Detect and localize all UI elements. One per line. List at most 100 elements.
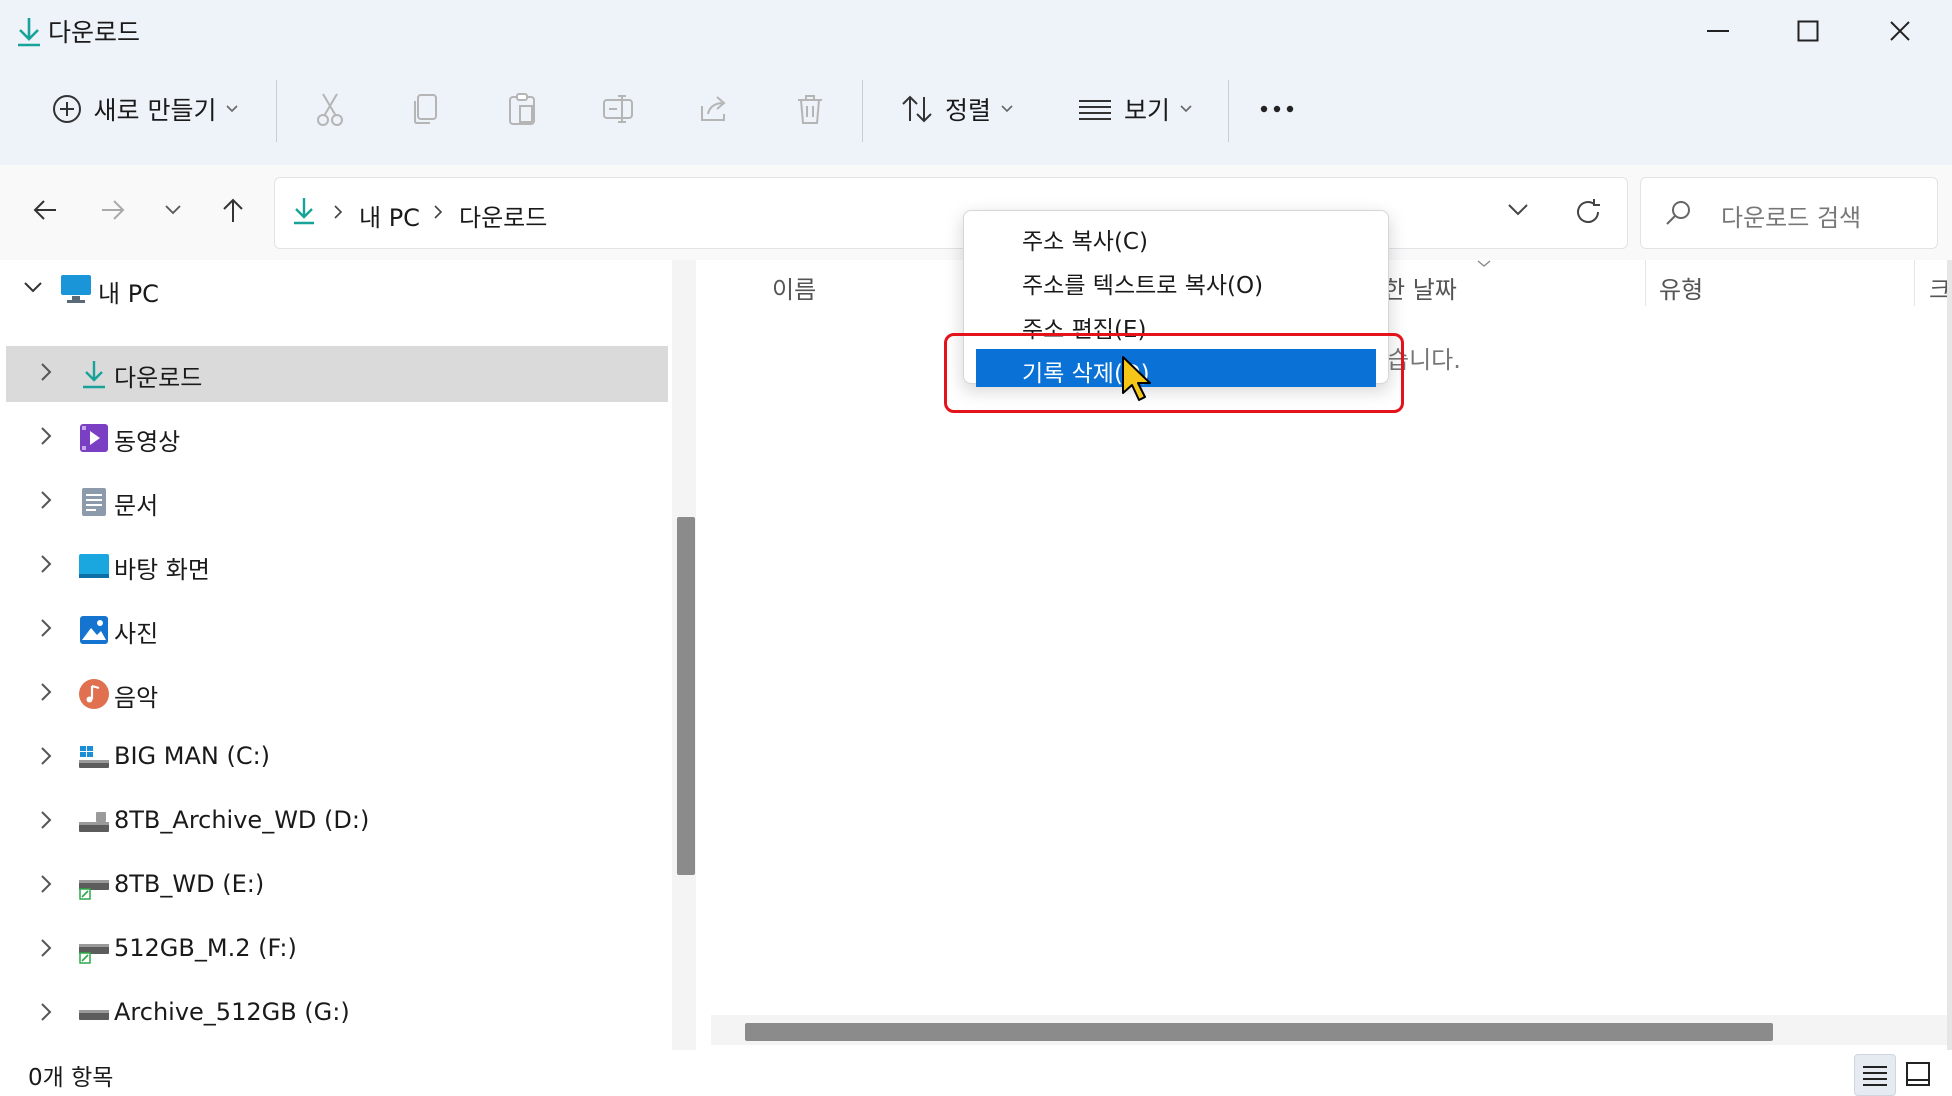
delete-button[interactable] xyxy=(788,78,832,140)
column-separator xyxy=(1645,260,1646,306)
sidebar-item-videos[interactable]: 동영상 xyxy=(6,410,668,466)
rename-icon xyxy=(602,94,634,124)
recent-locations-button[interactable] xyxy=(148,185,198,235)
menu-item-copy-address-as-text[interactable]: 주소를 텍스트로 복사(O) xyxy=(976,261,1376,299)
chevron-right-icon xyxy=(40,810,60,834)
more-icon xyxy=(1260,105,1294,113)
desktop-icon xyxy=(78,550,110,582)
new-button[interactable]: 새로 만들기 xyxy=(40,78,250,140)
horizontal-scrollbar-thumb[interactable] xyxy=(745,1023,1773,1041)
toolbar-separator xyxy=(276,80,277,142)
search-icon xyxy=(1665,200,1691,226)
sidebar-item-label: 내 PC xyxy=(98,280,159,308)
back-button[interactable] xyxy=(20,185,70,235)
close-button[interactable] xyxy=(1855,0,1945,62)
sidebar-item-drive-c[interactable]: BIG MAN (C:) xyxy=(6,730,668,786)
sidebar-item-drive-f[interactable]: 512GB_M.2 (F:) xyxy=(6,922,668,978)
highlight-annotation-box xyxy=(944,333,1404,413)
large-icons-view-button[interactable] xyxy=(1898,1054,1938,1094)
picture-icon xyxy=(78,614,110,646)
download-arrow-icon xyxy=(14,14,44,48)
sidebar-scrollbar-thumb[interactable] xyxy=(677,517,695,875)
view-button[interactable]: 보기 xyxy=(1070,78,1200,140)
rename-button[interactable] xyxy=(596,78,640,140)
column-header-date[interactable]: 한 날짜 xyxy=(1383,270,1457,305)
computer-icon xyxy=(60,274,92,304)
cut-button[interactable] xyxy=(308,78,352,140)
sidebar-item-label: 문서 xyxy=(114,492,159,520)
sidebar-item-drive-g[interactable]: Archive_512GB (G:) xyxy=(6,986,668,1042)
chevron-right-icon xyxy=(40,618,60,642)
horizontal-scrollbar[interactable] xyxy=(711,1015,1952,1045)
toolbar-separator xyxy=(1228,80,1229,142)
address-bar[interactable]: 내 PC 다운로드 xyxy=(274,177,1628,249)
title-bar: 다운로드 xyxy=(0,0,1952,62)
sort-button[interactable]: 정렬 xyxy=(892,78,1022,140)
paste-button[interactable] xyxy=(500,78,544,140)
sidebar-item-drive-e[interactable]: 8TB_WD (E:) xyxy=(6,858,668,914)
chevron-right-icon xyxy=(40,554,60,578)
arrow-right-icon xyxy=(101,199,125,221)
sidebar-item-downloads[interactable]: 다운로드 xyxy=(6,346,668,402)
item-count: 0개 항목 xyxy=(28,1065,114,1091)
list-lines-icon xyxy=(1078,98,1112,120)
vertical-scrollbar[interactable] xyxy=(1947,260,1952,1050)
refresh-icon[interactable] xyxy=(1574,198,1602,226)
sidebar-item-label: 8TB_WD (E:) xyxy=(114,870,265,898)
more-options-button[interactable] xyxy=(1252,78,1302,140)
details-view-button[interactable] xyxy=(1854,1054,1896,1096)
menu-item-copy-address[interactable]: 주소 복사(C) xyxy=(976,217,1376,255)
drive-icon xyxy=(78,806,110,838)
breadcrumb-separator-icon xyxy=(333,204,343,220)
column-separator xyxy=(1914,260,1915,306)
breadcrumb-my-pc[interactable]: 내 PC xyxy=(359,198,420,233)
chevron-right-icon xyxy=(40,362,60,386)
sidebar-item-label: Archive_512GB (G:) xyxy=(114,998,350,1026)
tiles-view-icon xyxy=(1905,1061,1931,1087)
column-header-type[interactable]: 유형 xyxy=(1659,270,1703,305)
chevron-right-icon xyxy=(40,874,60,898)
copy-button[interactable] xyxy=(404,78,448,140)
sort-arrows-icon xyxy=(901,94,933,124)
column-header-name[interactable]: 이름 xyxy=(772,270,816,305)
menu-item-label: 주소 복사(C) xyxy=(1022,229,1148,255)
details-view-icon xyxy=(1862,1064,1888,1086)
sidebar-item-music[interactable]: 음악 xyxy=(6,666,668,722)
share-icon xyxy=(698,94,730,124)
chevron-down-icon xyxy=(226,105,239,113)
sidebar-item-desktop[interactable]: 바탕 화면 xyxy=(6,538,668,594)
toolbar-separator xyxy=(862,80,863,142)
up-button[interactable] xyxy=(208,185,258,235)
window-title: 다운로드 xyxy=(48,18,141,47)
sidebar-item-documents[interactable]: 문서 xyxy=(6,474,668,530)
sidebar-item-label: BIG MAN (C:) xyxy=(114,742,271,770)
view-button-label: 보기 xyxy=(1123,96,1170,125)
forward-button[interactable] xyxy=(88,185,138,235)
sidebar-item-my-pc[interactable]: 내 PC xyxy=(6,262,668,318)
maximize-button[interactable] xyxy=(1763,0,1853,62)
drive-icon xyxy=(78,998,110,1030)
search-placeholder: 다운로드 검색 xyxy=(1721,204,1862,232)
chevron-right-icon xyxy=(40,490,60,514)
chevron-down-icon xyxy=(1001,105,1013,113)
sidebar-item-label: 512GB_M.2 (F:) xyxy=(114,934,297,962)
chevron-down-icon xyxy=(24,282,42,294)
share-button[interactable] xyxy=(692,78,736,140)
address-dropdown-chevron-icon[interactable] xyxy=(1508,204,1528,216)
arrow-left-icon xyxy=(33,199,57,221)
drive-icon xyxy=(78,870,110,902)
document-icon xyxy=(78,486,110,518)
chevron-right-icon xyxy=(40,1002,60,1026)
chevron-right-icon xyxy=(40,938,60,962)
sidebar-item-label: 동영상 xyxy=(114,428,181,456)
chevron-down-icon xyxy=(1180,105,1192,113)
search-box[interactable]: 다운로드 검색 xyxy=(1640,177,1938,249)
sidebar-item-pictures[interactable]: 사진 xyxy=(6,602,668,658)
sidebar-item-label: 사진 xyxy=(114,620,159,648)
mouse-pointer-icon xyxy=(1120,355,1154,403)
arrow-up-icon xyxy=(222,197,244,223)
breadcrumb-downloads[interactable]: 다운로드 xyxy=(459,198,547,233)
chevron-right-icon xyxy=(40,746,60,770)
minimize-button[interactable] xyxy=(1673,0,1763,62)
sidebar-item-drive-d[interactable]: 8TB_Archive_WD (D:) xyxy=(6,794,668,850)
